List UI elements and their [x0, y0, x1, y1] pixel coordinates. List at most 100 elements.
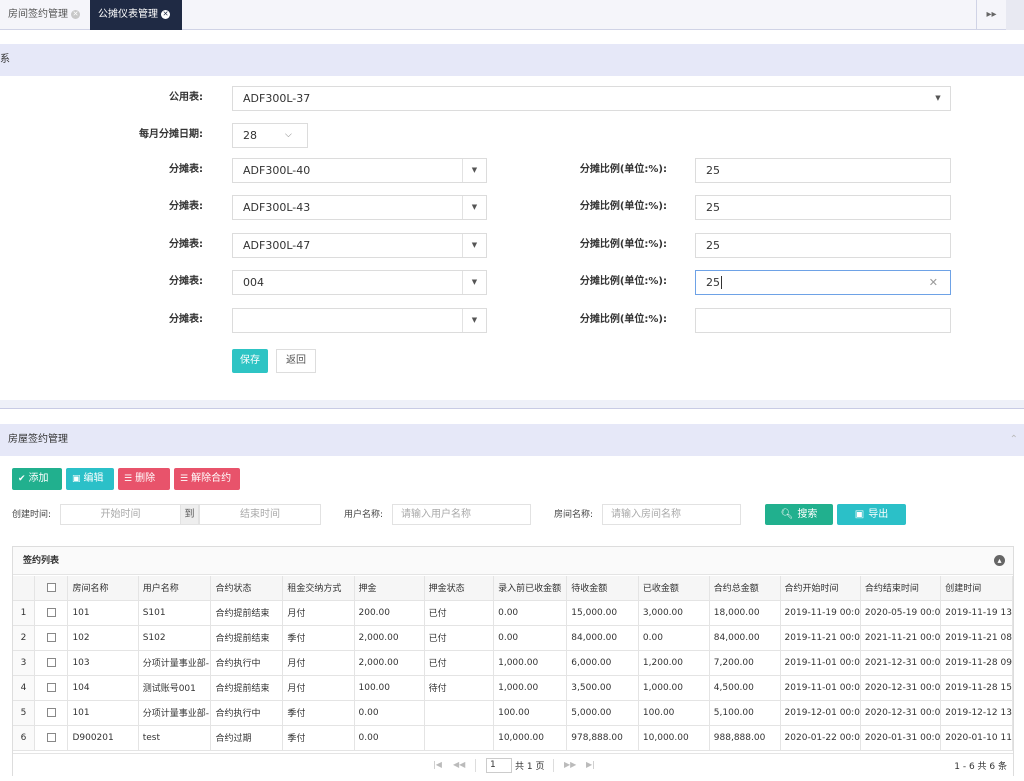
table-cell: 2019-11-28 09 [940, 650, 1013, 676]
start-time-input[interactable]: 开始时间 [60, 504, 181, 525]
column-header[interactable]: 用户名称 [138, 576, 212, 601]
table-cell: 月付 [282, 675, 355, 701]
column-header[interactable]: 已收金额 [638, 576, 710, 601]
table-cell: 100.00 [354, 675, 425, 701]
allocation-day-select[interactable]: 28 ⌵ [232, 123, 308, 148]
edit-button[interactable]: ▣ 编辑 [66, 468, 114, 490]
ratio-input[interactable]: 25 [695, 233, 951, 258]
section-header: 房屋签约管理 ⌃ [0, 424, 1024, 456]
add-button[interactable]: ✔ 添加 [12, 468, 62, 490]
table-row[interactable]: 4 104 测试账号001 合约提前结束 月付 100.00 待付 1,000.00 3,500… [13, 675, 1013, 701]
table-cell: 2019-11-21 08 [940, 625, 1013, 651]
column-header[interactable]: 租金交纳方式 [282, 576, 355, 601]
column-header[interactable]: 待收金额 [566, 576, 639, 601]
collapse-icon[interactable]: ▴ [994, 555, 1005, 566]
button-label: 搜索 [797, 509, 818, 520]
column-header[interactable]: 合约结束时间 [860, 576, 942, 601]
tab-shared-meter[interactable]: 公摊仪表管理 ✕ [90, 0, 182, 30]
row-checkbox[interactable] [34, 650, 69, 676]
table-cell: 84,000.00 [709, 625, 781, 651]
double-chevron-right-icon[interactable]: ▸▸ [976, 0, 1006, 30]
chevron-up-icon[interactable]: ⌃ [1010, 424, 1018, 456]
table-row[interactable]: 6 D900201 test 合约过期 季付 0.00 10,000.00 978,888.0… [13, 725, 1013, 751]
clear-icon[interactable]: ✕ [929, 271, 938, 294]
table-cell: 2019-11-19 00:0 [780, 600, 861, 626]
total-pages: 共 1 页 [515, 762, 545, 772]
next-page-icon[interactable]: ▶▶ [564, 760, 576, 769]
table-cell: 待付 [424, 675, 495, 701]
back-button[interactable]: 返回 [276, 349, 316, 373]
column-header[interactable]: 合约总金额 [709, 576, 781, 601]
ratio-input[interactable]: 25 [695, 158, 951, 183]
chevron-down-icon[interactable]: ▼ [926, 87, 950, 110]
button-label: 删除 [135, 473, 156, 484]
column-header[interactable]: 录入前已收金额 [493, 576, 568, 601]
export-button[interactable]: ▣ 导出 [837, 504, 906, 525]
table-row[interactable]: 2 102 S102 合约提前结束 季付 2,000.00 已付 0.00 84,000.00 0… [13, 625, 1013, 651]
table-row[interactable]: 5 101 分项计量事业部- 合约执行中 季付 0.00 100.00 5,000.00 100… [13, 700, 1013, 726]
close-icon[interactable]: ✕ [161, 9, 170, 19]
user-name-input[interactable]: 请输入用户名称 [392, 504, 531, 525]
row-number: 3 [13, 650, 36, 676]
chevron-down-icon[interactable]: ▼ [462, 234, 486, 257]
column-header[interactable]: 押金状态 [424, 576, 495, 601]
ratio-input[interactable] [695, 308, 951, 333]
chevron-down-icon[interactable]: ▼ [462, 309, 486, 332]
table-cell: 2020-01-10 11 [940, 725, 1013, 751]
table-cell: 101 [67, 700, 139, 726]
column-header[interactable]: 合约开始时间 [780, 576, 861, 601]
table-cell: 0.00 [354, 700, 425, 726]
terminate-contract-button[interactable]: ☰ 解除合约 [174, 468, 240, 490]
table-cell: 5,000.00 [566, 700, 639, 726]
row-checkbox[interactable] [34, 675, 69, 701]
user-name-label: 用户名称: [344, 510, 384, 520]
table-cell: 2020-12-31 00:0 [860, 700, 942, 726]
column-header[interactable]: 押金 [354, 576, 425, 601]
close-icon[interactable]: ✕ [71, 9, 80, 19]
select-all-checkbox[interactable] [34, 576, 69, 601]
table-cell: 2020-01-31 00:0 [860, 725, 942, 751]
delete-button[interactable]: ☰ 删除 [118, 468, 170, 490]
meter-select[interactable]: ADF300L-40 ▼ [232, 158, 487, 183]
column-header[interactable]: 合约状态 [210, 576, 284, 601]
meter-select[interactable]: 004 ▼ [232, 270, 487, 295]
meter-select[interactable]: ADF300L-47 ▼ [232, 233, 487, 258]
prev-page-icon[interactable]: ◀◀ [453, 760, 465, 769]
table-row[interactable]: 3 103 分项计量事业部- 合约执行中 月付 2,000.00 已付 1,000.00 6,0… [13, 650, 1013, 676]
row-checkbox[interactable] [34, 700, 69, 726]
chevron-down-icon[interactable]: ▼ [462, 159, 486, 182]
select-value: ADF300L-40 [243, 164, 311, 177]
meter-label: 分摊表: [169, 276, 203, 287]
row-checkbox[interactable] [34, 600, 69, 626]
first-page-icon[interactable]: |◀ [433, 760, 442, 769]
page-input[interactable]: 1 [486, 758, 512, 773]
ratio-input[interactable]: 25 [695, 195, 951, 220]
chevron-down-icon: ⌵ [285, 130, 292, 140]
row-checkbox[interactable] [34, 625, 69, 651]
tab-room-contract[interactable]: 房间签约管理 ✕ [0, 0, 90, 30]
end-time-input[interactable]: 结束时间 [199, 504, 321, 525]
meter-select[interactable]: ▼ [232, 308, 487, 333]
search-icon: 🔍︎ [780, 509, 794, 520]
column-header[interactable]: 房间名称 [67, 576, 139, 601]
public-meter-select[interactable]: ADF300L-37 ▼ [232, 86, 951, 111]
search-button[interactable]: 🔍︎ 搜索 [765, 504, 833, 525]
chevron-down-icon[interactable]: ▼ [462, 196, 486, 219]
save-button[interactable]: 保存 [232, 349, 268, 373]
table-cell: 合约执行中 [210, 700, 284, 726]
room-name-input[interactable]: 请输入房间名称 [602, 504, 741, 525]
tab-bar: 房间签约管理 ✕ 公摊仪表管理 ✕ ▸▸ [0, 0, 1024, 30]
row-checkbox[interactable] [34, 725, 69, 751]
room-name-label: 房间名称: [554, 510, 594, 520]
table-cell: 101 [67, 600, 139, 626]
table-cell: 18,000.00 [709, 600, 781, 626]
last-page-icon[interactable]: ▶| [586, 760, 595, 769]
select-value: 28 [243, 129, 257, 142]
meter-select[interactable]: ADF300L-43 ▼ [232, 195, 487, 220]
column-header[interactable]: 创建时间 [940, 576, 1013, 601]
chevron-down-icon[interactable]: ▼ [462, 271, 486, 294]
table-cell: 104 [67, 675, 139, 701]
table-row[interactable]: 1 101 S101 合约提前结束 月付 200.00 已付 0.00 15,000.00 3,0… [13, 600, 1013, 626]
ratio-input[interactable]: 25 ✕ [695, 270, 951, 295]
table-cell: 季付 [282, 625, 355, 651]
